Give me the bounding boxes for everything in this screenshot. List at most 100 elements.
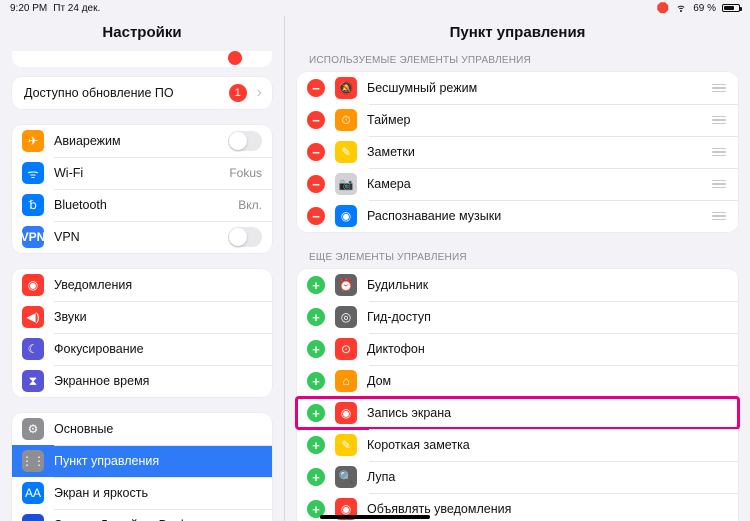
add-button[interactable]: + (307, 372, 325, 390)
drag-handle-icon[interactable] (710, 116, 728, 125)
control-item-label: Камера (367, 177, 710, 191)
sidebar-item-label: Wi-Fi (54, 166, 229, 180)
sidebar-item-label: Экранное время (54, 374, 262, 388)
control-item-magnifier[interactable]: + 🔍 Лупа (297, 461, 738, 493)
bluetooth-icon: ␢ (22, 194, 44, 216)
status-date: Пт 24 дек. (53, 3, 100, 14)
control-item-alarm[interactable]: + ⏰ Будильник (297, 269, 738, 301)
hourglass-icon: ⧗ (22, 370, 44, 392)
controlcenter-icon: ⋮⋮ (22, 450, 44, 472)
shazam-icon: ◉ (335, 205, 357, 227)
camera-icon: 📷 (335, 173, 357, 195)
home-icon: ⌂ (335, 370, 357, 392)
control-item-label: Заметки (367, 145, 710, 159)
remove-button[interactable]: − (307, 207, 325, 225)
control-item-voice[interactable]: +⊙Диктофон (297, 333, 738, 365)
control-center-pane: Пункт управления ИСПОЛЬЗУЕМЫЕ ЭЛЕМЕНТЫ У… (285, 16, 750, 521)
control-item-silent[interactable]: −🔕Бесшумный режим (297, 72, 738, 104)
update-badge: 1 (229, 84, 247, 102)
sidebar-item-bluetooth[interactable]: ␢BluetoothВкл. (12, 189, 272, 221)
status-bar: 9:20 PM Пт 24 дек. 🛑 69 % (0, 0, 750, 16)
timer-icon: ⏱ (335, 109, 357, 131)
sidebar-item-label: Фокусирование (54, 342, 262, 356)
software-update-group: Доступно обновление ПО 1 › (12, 77, 272, 109)
control-item-home[interactable]: + ⌂ Дом (297, 365, 738, 397)
sidebar-item-gear[interactable]: ⚙ Основные (12, 413, 272, 445)
add-button[interactable]: + (307, 276, 325, 294)
add-button[interactable]: + (307, 340, 325, 358)
sidebar-item-label: Пункт управления (54, 454, 262, 468)
sidebar-item-focus[interactable]: ☾ Фокусирование (12, 333, 272, 365)
software-update-row[interactable]: Доступно обновление ПО 1 › (12, 77, 272, 109)
sidebar-item-homescreen[interactable]: ▦Экран «Домой» и Dock (12, 509, 272, 521)
sidebar-item-label: Звуки (54, 310, 262, 324)
control-item-label: Объявлять уведомления (367, 502, 728, 516)
homescreen-icon: ▦ (22, 514, 44, 521)
included-controls-list: −🔕Бесшумный режим−⏱Таймер−✎Заметки−📷Каме… (297, 72, 738, 232)
drag-handle-icon[interactable] (710, 212, 728, 221)
control-item-label: Распознавание музыки (367, 209, 710, 223)
sidebar-item-bell[interactable]: ◉ Уведомления (12, 269, 272, 301)
record-icon: ◉ (335, 402, 357, 424)
battery-pct: 69 % (693, 3, 716, 14)
control-item-shazam[interactable]: −◉ Распознавание музыки (297, 200, 738, 232)
magnifier-icon: 🔍 (335, 466, 357, 488)
silent-icon: 🔕 (335, 77, 357, 99)
battery-icon (722, 4, 740, 12)
control-item-label: Дом (367, 374, 728, 388)
brightness-icon: AA (22, 482, 44, 504)
control-item-guided[interactable]: +◎Гид-доступ (297, 301, 738, 333)
sidebar-item-vpn[interactable]: VPN VPN (12, 221, 272, 253)
quicknote-icon: ✎ (335, 434, 357, 456)
control-item-label: Будильник (367, 278, 728, 292)
control-item-label: Запись экрана (367, 406, 728, 420)
sidebar-item-label: Основные (54, 422, 262, 436)
remove-button[interactable]: − (307, 111, 325, 129)
drag-handle-icon[interactable] (710, 84, 728, 93)
control-item-record[interactable]: + ◉ Запись экрана (297, 397, 738, 429)
control-item-notes[interactable]: −✎ Заметки (297, 136, 738, 168)
add-button[interactable]: + (307, 468, 325, 486)
sidebar-item-hourglass[interactable]: ⧗ Экранное время (12, 365, 272, 397)
profile-card-stub[interactable] (12, 51, 272, 67)
toggle[interactable] (228, 227, 262, 247)
add-button[interactable]: + (307, 436, 325, 454)
control-item-timer[interactable]: −⏱ Таймер (297, 104, 738, 136)
sidebar-item-wifi[interactable]: ᯤWi-FiFokus (12, 157, 272, 189)
control-item-label: Лупа (367, 470, 728, 484)
sidebar-item-controlcenter[interactable]: ⋮⋮ Пункт управления (12, 445, 272, 477)
status-time: 9:20 PM (10, 3, 47, 14)
remove-button[interactable]: − (307, 79, 325, 97)
toggle[interactable] (228, 131, 262, 151)
sidebar-item-label: Уведомления (54, 278, 262, 292)
notes-icon: ✎ (335, 141, 357, 163)
sidebar-item-speaker[interactable]: ◀)Звуки (12, 301, 272, 333)
sidebar-item-label: Авиарежим (54, 134, 228, 148)
control-item-label: Таймер (367, 113, 710, 127)
add-button[interactable]: + (307, 404, 325, 422)
control-item-label: Гид-доступ (367, 310, 728, 324)
more-controls-list: +⏰Будильник+◎Гид-доступ+⊙Диктофон+⌂Дом+◉… (297, 269, 738, 521)
drag-handle-icon[interactable] (710, 148, 728, 157)
control-item-camera[interactable]: −📷 Камера (297, 168, 738, 200)
vpn-icon: VPN (22, 226, 44, 248)
sidebar-item-value: Вкл. (238, 198, 262, 212)
home-indicator[interactable] (320, 515, 430, 519)
drag-handle-icon[interactable] (710, 180, 728, 189)
pane-title: Пункт управления (285, 16, 750, 51)
sidebar-item-airplane[interactable]: ✈Авиарежим (12, 125, 272, 157)
sidebar-item-brightness[interactable]: AAЭкран и яркость (12, 477, 272, 509)
focus-icon: ☾ (22, 338, 44, 360)
control-item-quicknote[interactable]: +✎Короткая заметка (297, 429, 738, 461)
general-group: ⚙ Основные ⋮⋮ Пункт управления AAЭкран и ярк… (12, 413, 272, 521)
alarm-icon: ⏰ (335, 274, 357, 296)
remove-button[interactable]: − (307, 143, 325, 161)
wifi-icon (675, 1, 687, 16)
wifi-icon: ᯤ (22, 162, 44, 184)
bell-icon: ◉ (22, 274, 44, 296)
chevron-right-icon: › (257, 84, 262, 102)
sidebar-item-label: VPN (54, 230, 228, 244)
gear-icon: ⚙ (22, 418, 44, 440)
remove-button[interactable]: − (307, 175, 325, 193)
add-button[interactable]: + (307, 308, 325, 326)
